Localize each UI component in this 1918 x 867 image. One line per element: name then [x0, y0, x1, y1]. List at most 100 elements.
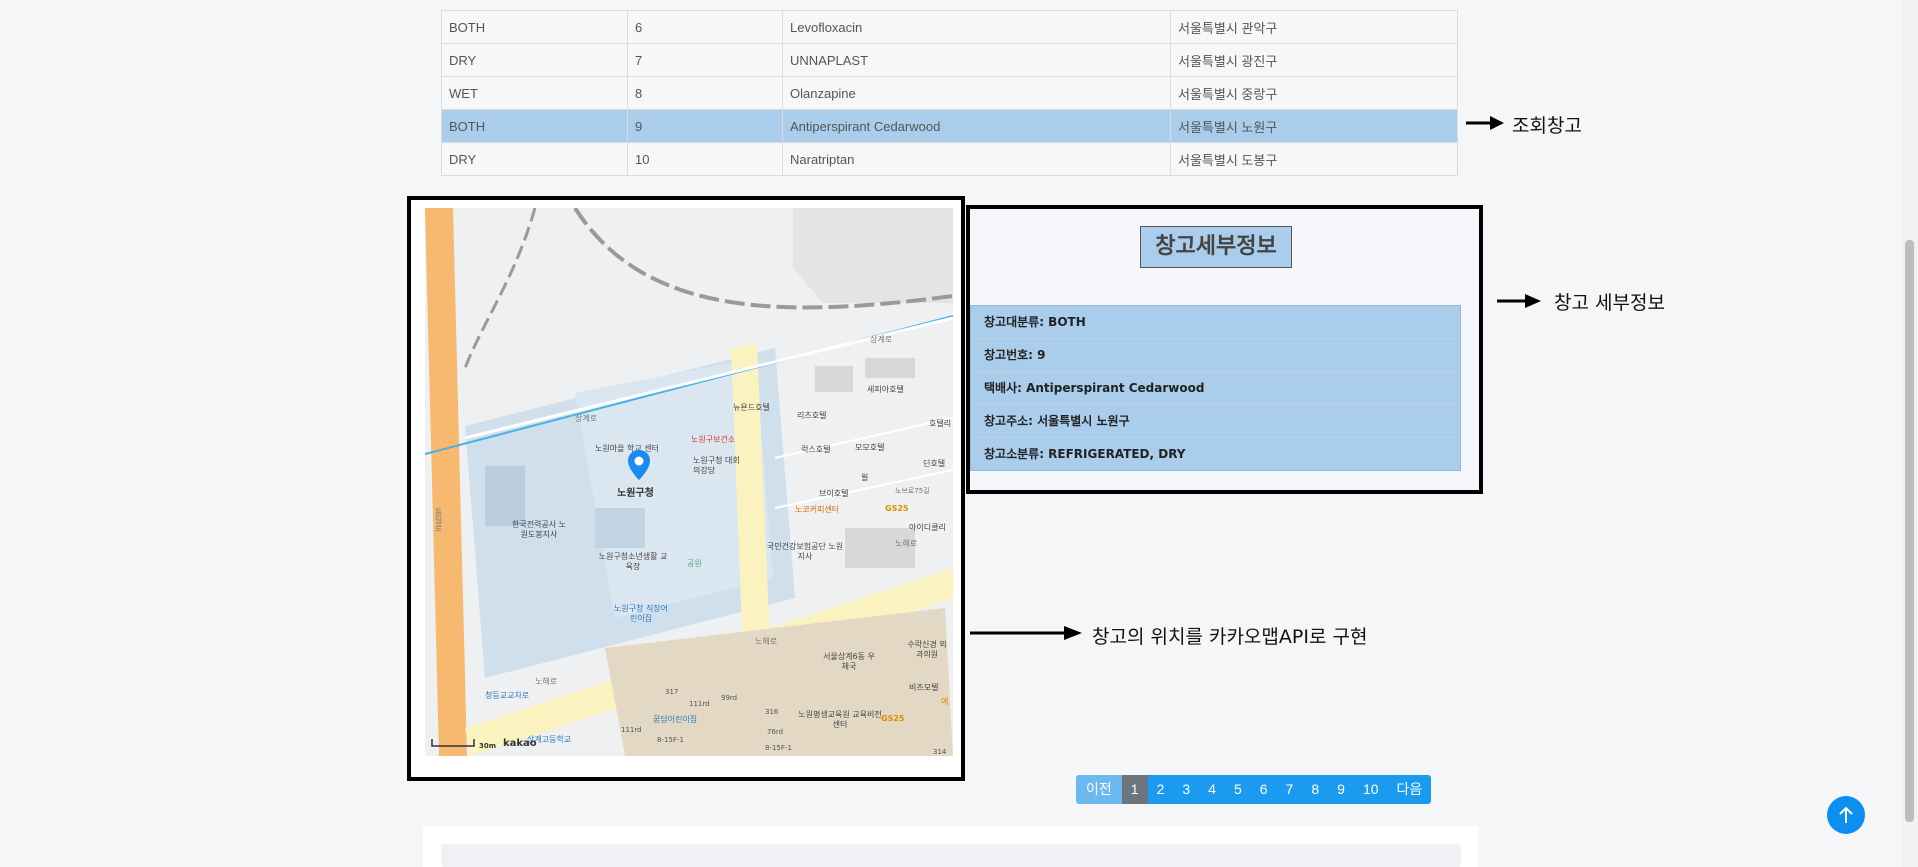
cell-type: DRY [441, 142, 628, 176]
map-poi-label: 비즈모텔 [909, 683, 939, 692]
map-lot-label: 99rd [721, 694, 738, 702]
map-road-label: 동일로 [434, 508, 443, 532]
cell-number: 6 [627, 10, 783, 44]
map-lot-label: 76rd [767, 728, 784, 736]
detail-item-courier: 택배사: Antiperspirant Cedarwood [971, 371, 1460, 404]
map-poi-label: 윌 [861, 473, 869, 482]
pagination-page-7[interactable]: 7 [1276, 775, 1303, 804]
pagination-page-4[interactable]: 4 [1199, 775, 1225, 804]
map-road-label: 상계로 [870, 335, 893, 344]
map-poi-label: 호텔리 [929, 419, 952, 428]
map-poi-label: 리츠호텔 [797, 411, 827, 420]
scroll-top-button[interactable] [1827, 796, 1865, 834]
cell-address: 서울특별시 노원구 [1170, 109, 1458, 143]
map-poi-label: 딘호텔 [923, 459, 946, 468]
map-building [865, 358, 915, 378]
kakao-map[interactable]: 상계로 상계로 노해로 노해로 노해로 동일로 노원마을 학교 센터 노원구보건… [425, 208, 953, 756]
map-lot-label: 316 [765, 708, 779, 716]
cell-type: DRY [441, 43, 628, 77]
map-lot-label: 314 [933, 748, 947, 756]
map-poi-label: 노코커피센터 [795, 505, 840, 514]
warehouse-detail-panel: 창고세부정보 창고대분류: BOTH 창고번호: 9 택배사: Antipers… [966, 205, 1483, 494]
cell-company: Olanzapine [782, 76, 1171, 110]
map-lot-label: 8-15F-1 [657, 736, 684, 744]
map-poi-label: 노원구청 대회의강당 [693, 456, 740, 475]
map-poi-label: 아이디클리 [909, 523, 946, 532]
cell-company: Levofloxacin [782, 10, 1171, 44]
map-poi-label: 서울상계6동 우체국 [823, 652, 875, 671]
cell-address: 서울특별시 광진구 [1170, 43, 1458, 77]
map-poi-label: 공원 [687, 559, 702, 568]
map-poi-label: 꿈담어린이집 [653, 715, 698, 724]
pagination-page-2[interactable]: 2 [1147, 775, 1174, 804]
map-poi-label: GS25 [885, 504, 909, 513]
pagination-next-button[interactable]: 다음 [1387, 775, 1432, 804]
kakao-logo: kakao [503, 738, 537, 749]
map-road-label: 노해로 [535, 677, 558, 686]
table-row[interactable]: DRY 10 Naratriptan 서울특별시 도봉구 [441, 142, 1458, 176]
cell-number: 10 [627, 142, 783, 176]
arrow-up-icon [1839, 806, 1853, 823]
map-building [815, 366, 853, 392]
pagination-page-5[interactable]: 5 [1224, 775, 1251, 804]
map-poi-label: 한국전력공사 노원도봉지사 [511, 520, 567, 539]
map-poi-label: 국민건강보험공단 노원지사 [766, 542, 844, 561]
cell-number: 7 [627, 43, 783, 77]
map-marker-label: 노원구청 [617, 488, 654, 499]
cell-address: 서울특별시 도봉구 [1170, 142, 1458, 176]
cell-type: BOTH [441, 109, 628, 143]
pagination-page-8[interactable]: 8 [1302, 775, 1329, 804]
page-scrollbar[interactable] [1901, 0, 1918, 867]
map-lot-label: 8-15F-1 [765, 744, 792, 752]
cell-company: Antiperspirant Cedarwood [782, 109, 1171, 143]
cell-address: 서울특별시 중랑구 [1170, 76, 1458, 110]
detail-title: 창고세부정보 [1140, 226, 1292, 268]
map-poi-label: 예 [941, 697, 949, 706]
pagination-page-9[interactable]: 9 [1328, 775, 1354, 804]
map-poi-label: 럭스호텔 [801, 445, 831, 454]
cell-company: UNNAPLAST [782, 43, 1171, 77]
pagination-page-10[interactable]: 10 [1353, 775, 1388, 804]
detail-item-address: 창고주소: 서울특별시 노원구 [971, 404, 1460, 437]
scrollbar-thumb[interactable] [1905, 240, 1914, 822]
pagination-page-3[interactable]: 3 [1173, 775, 1200, 804]
map-road-label: 노브로75길 [895, 487, 930, 495]
map-poi-label: 모모호텔 [855, 443, 885, 452]
map-lot-label: 111rd [689, 700, 710, 708]
table-row[interactable]: DRY 7 UNNAPLAST 서울특별시 광진구 [441, 43, 1458, 77]
map-road-label: 노해로 [895, 539, 918, 548]
map-poi-label: 노원구청 직장어린이집 [613, 604, 669, 623]
pagination-page-1[interactable]: 1 [1121, 775, 1148, 804]
map-poi-label: 노원구청소년생활 교육장 [598, 552, 668, 571]
map-canvas[interactable] [425, 208, 953, 756]
map-poi-label: 노원구보건소 [691, 435, 736, 444]
arrow-right-icon [1466, 116, 1504, 130]
annotation-map: 창고의 위치를 카카오맵API로 구현 [1092, 626, 1368, 648]
arrow-right-icon [970, 626, 1082, 640]
map-road-label: 노해로 [755, 637, 778, 646]
pagination: 이전 1 2 3 4 5 6 7 8 9 10 다음 [1076, 775, 1432, 804]
warehouse-table: BOTH 6 Levofloxacin 서울특별시 관악구 DRY 7 UNNA… [441, 10, 1458, 176]
map-poi-label: 수락신경 외과의원 [907, 640, 947, 659]
cell-number: 9 [627, 109, 783, 143]
pagination-page-6[interactable]: 6 [1250, 775, 1277, 804]
cell-number: 8 [627, 76, 783, 110]
table-row[interactable]: WET 8 Olanzapine 서울특별시 중랑구 [441, 76, 1458, 110]
cell-address: 서울특별시 관악구 [1170, 10, 1458, 44]
table-row[interactable]: BOTH 6 Levofloxacin 서울특별시 관악구 [441, 10, 1458, 44]
detail-item-type: 창고대분류: BOTH [971, 306, 1460, 338]
detail-item-number: 창고번호: 9 [971, 338, 1460, 371]
annotation-detail: 창고 세부정보 [1554, 292, 1665, 314]
map-pin-icon[interactable] [628, 450, 650, 480]
map-frame: 상계로 상계로 노해로 노해로 노해로 동일로 노원마을 학교 센터 노원구보건… [407, 196, 965, 781]
footer-bar [441, 844, 1461, 867]
map-scale-label: 30m [479, 742, 497, 750]
footer [423, 826, 1478, 867]
cell-type: BOTH [441, 10, 628, 44]
map-poi-label: GS25 [881, 714, 905, 723]
table-row-selected[interactable]: BOTH 9 Antiperspirant Cedarwood 서울특별시 노원… [441, 109, 1458, 143]
map-poi-label: 브이호텔 [819, 489, 849, 498]
pagination-prev-button[interactable]: 이전 [1076, 775, 1122, 804]
map-poi-label: 세피아호텔 [867, 385, 904, 394]
map-scale-bar [431, 739, 475, 747]
